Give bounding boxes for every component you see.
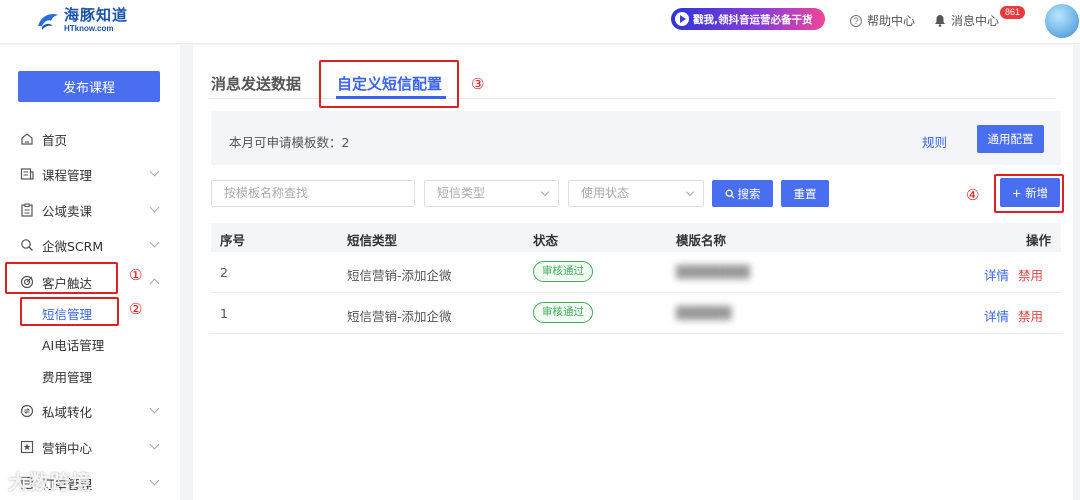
annotation-number-2: ② [129,300,143,318]
detail-link[interactable]: 详情 [984,265,1009,284]
status-badge: 审核通过 [533,261,593,282]
usage-status-placeholder: 使用状态 [581,186,630,200]
help-center-label: 帮助中心 [867,14,916,28]
table-row: 1 短信营销-添加企微 审核通过 ██████ 详情 禁用 [211,293,1061,334]
table-header: 序号 短信类型 状态 模版名称 操作 [211,223,1061,252]
home-icon [21,133,33,145]
clipboard-icon [21,203,33,217]
chevron-up-icon [149,278,160,289]
status-badge: 审核通过 [533,302,593,323]
chevron-down-icon [149,403,160,414]
watermark: 大数跨境 [8,470,92,494]
help-center-link[interactable]: ? 帮助中心 [850,12,915,29]
sidebar-item-label: 首页 [42,132,68,148]
chevron-down-icon [685,187,695,197]
sidebar-subitem-fee-management[interactable]: 费用管理 [42,367,92,386]
chevron-down-icon [540,187,550,197]
annotation-box-sms-management [20,297,119,326]
search-person-icon [21,239,33,251]
logo[interactable]: 海豚知道 HTknow.com [36,8,128,33]
avatar[interactable] [1045,4,1079,38]
chevron-down-icon [149,202,160,213]
annotation-number-1: ① [129,266,143,284]
promo-banner[interactable]: 戳我,领抖音运营必备干货 [671,8,825,30]
sidebar-item-label: 私域转化 [42,404,93,420]
promo-text: 戳我,领抖音运营必备干货 [693,13,813,26]
chevron-down-icon [149,237,160,248]
column-header-sms-type: 短信类型 [347,233,398,248]
sidebar-item-wecom-scrm[interactable]: 企微SCRM [20,235,170,255]
annotation-number-4: ④ [966,186,980,204]
star-icon [20,440,34,454]
template-name-search-input[interactable]: 按模板名称查找 [211,180,415,207]
message-center-link[interactable]: 消息中心 [934,12,999,29]
annotation-box-add-button [994,174,1064,213]
sidebar-item-marketing-center[interactable]: 营销中心 [20,437,170,457]
question-icon: ? [850,14,862,27]
sms-type-select[interactable]: 短信类型 [424,180,559,207]
chevron-down-icon [149,166,160,177]
logo-domain: HTknow.com [64,24,114,33]
sidebar-item-label: 营销中心 [42,440,93,456]
search-icon [725,189,734,198]
course-icon [20,168,34,180]
message-count-badge: 861 [1000,6,1026,19]
row-template-name: ████████ [676,265,750,279]
row-index: 1 [220,306,228,321]
sidebar-item-label: 企微SCRM [42,238,104,254]
sidebar-item-home[interactable]: 首页 [20,129,170,149]
sidebar-subitem-ai-phone-management[interactable]: AI电话管理 [42,335,104,354]
annotation-box-customer-reach [5,262,118,294]
column-header-index: 序号 [220,233,246,248]
main-panel: 消息发送数据 自定义短信配置 本月可申请模板数：2 规则 通用配置 按模板名称查… [193,45,1073,500]
search-button[interactable]: 搜索 [712,180,773,207]
chevron-down-icon [149,439,160,450]
sidebar-item-label: 公域卖课 [42,203,93,219]
annotation-box-custom-sms-tab [319,60,459,108]
template-quota-text: 本月可申请模板数：2 [229,135,350,150]
detail-link[interactable]: 详情 [984,306,1009,325]
row-sms-type: 短信营销-添加企微 [347,309,452,324]
logo-name: 海豚知道 [64,6,129,24]
annotation-number-3: ③ [471,75,485,93]
usage-status-select[interactable]: 使用状态 [568,180,704,207]
column-header-actions: 操作 [1026,233,1052,248]
table-row: 2 短信营销-添加企微 审核通过 ████████ 详情 禁用 [211,252,1061,293]
row-sms-type: 短信营销-添加企微 [347,268,452,283]
tab-message-send-data[interactable]: 消息发送数据 [211,73,301,94]
sms-type-placeholder: 短信类型 [437,186,486,200]
convert-icon [20,404,34,418]
top-header: 海豚知道 HTknow.com 戳我,领抖音运营必备干货 ? 帮助中心 消息中心… [0,0,1080,44]
dolphin-logo-icon [36,10,60,32]
disable-link[interactable]: 禁用 [1018,265,1043,284]
chevron-down-icon [149,475,160,486]
sidebar-item-private-conversion[interactable]: 私域转化 [20,401,170,421]
bell-icon [935,15,945,27]
disable-link[interactable]: 禁用 [1018,306,1043,325]
general-config-button[interactable]: 通用配置 [977,125,1044,153]
reset-button[interactable]: 重置 [781,180,829,207]
row-template-name: ██████ [676,306,732,320]
quota-info-box: 本月可申请模板数：2 规则 通用配置 [211,111,1061,165]
rules-link[interactable]: 规则 [922,132,947,151]
play-icon [675,12,689,26]
sidebar-item-public-course-sales[interactable]: 公域卖课 [20,200,170,220]
row-index: 2 [220,265,228,280]
sidebar-item-label: 课程管理 [42,167,93,183]
search-button-label: 搜索 [737,186,761,201]
publish-course-button[interactable]: 发布课程 [18,71,160,102]
column-header-template-name: 模版名称 [676,233,727,248]
message-center-label: 消息中心 [951,14,1000,28]
sidebar-item-course-management[interactable]: 课程管理 [20,164,170,184]
column-header-status: 状态 [533,233,559,248]
